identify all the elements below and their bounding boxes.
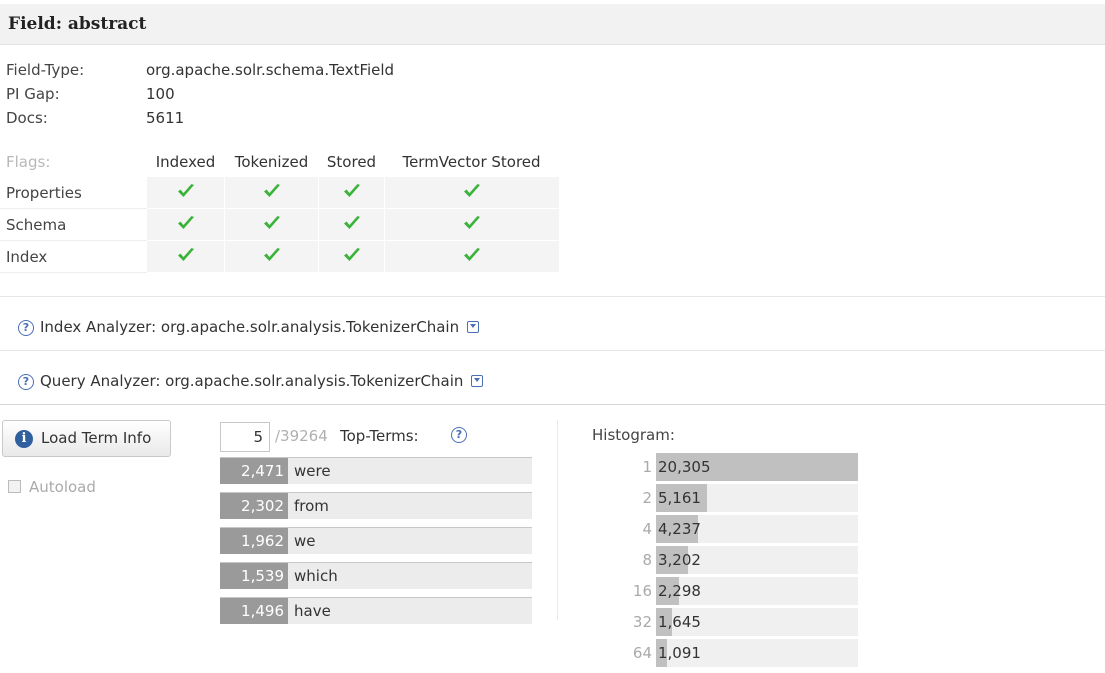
check-icon bbox=[343, 215, 360, 229]
flag-cell bbox=[384, 208, 559, 241]
histogram-value: 2,298 bbox=[658, 582, 701, 600]
term-row[interactable]: 2,302 from bbox=[220, 492, 532, 519]
flag-cell bbox=[224, 208, 319, 241]
flags-column-indexed: Indexed bbox=[155, 153, 216, 171]
info-label: Field-Type: bbox=[6, 61, 85, 79]
term-text: have bbox=[294, 602, 331, 620]
term-row[interactable]: 1,962 we bbox=[220, 527, 532, 554]
flag-cell bbox=[146, 208, 225, 241]
histogram-key: 2 bbox=[642, 489, 652, 507]
flag-cell bbox=[384, 240, 559, 273]
info-value: org.apache.solr.schema.TextField bbox=[146, 61, 395, 79]
check-icon bbox=[177, 183, 194, 197]
flag-cell bbox=[318, 208, 385, 241]
index-analyzer-toggle[interactable]: ? Index Analyzer: org.apache.solr.analysi… bbox=[18, 318, 480, 336]
flags-row-index: Index bbox=[0, 240, 559, 273]
histogram-key: 16 bbox=[632, 582, 652, 600]
flags-table: Flags: Indexed Tokenized Stored TermVect… bbox=[0, 147, 559, 273]
expand-icon[interactable] bbox=[471, 374, 484, 387]
top-terms-total: /39264 bbox=[275, 427, 328, 445]
field-title: Field: abstract bbox=[8, 14, 147, 34]
term-row[interactable]: 1,539 which bbox=[220, 562, 532, 589]
flags-column-stored: Stored bbox=[326, 153, 377, 171]
term-count: 2,471 bbox=[220, 458, 288, 484]
autoload-label: Autoload bbox=[29, 478, 96, 496]
query-analyzer-label: Query Analyzer: org.apache.solr.analysis… bbox=[40, 372, 464, 390]
divider bbox=[557, 420, 558, 620]
histogram-value: 5,161 bbox=[658, 489, 701, 507]
flags-row-label: Properties bbox=[0, 177, 147, 209]
histogram-title: Histogram: bbox=[592, 426, 675, 444]
divider bbox=[0, 350, 1105, 351]
flag-cell bbox=[318, 240, 385, 273]
flags-label: Flags: bbox=[6, 153, 51, 171]
flags-row-properties: Properties bbox=[0, 177, 559, 209]
info-value: 100 bbox=[146, 85, 175, 103]
flags-column-tokenized: Tokenized bbox=[234, 153, 309, 171]
histogram-value: 4,237 bbox=[658, 520, 701, 538]
flag-cell bbox=[318, 177, 385, 209]
info-label: Docs: bbox=[6, 109, 48, 127]
flags-header-row: Flags: Indexed Tokenized Stored TermVect… bbox=[0, 147, 559, 177]
question-icon[interactable]: ? bbox=[451, 427, 467, 443]
term-count: 1,496 bbox=[220, 598, 288, 624]
histogram-value: 1,645 bbox=[658, 613, 701, 631]
load-term-info-button[interactable]: i Load Term Info bbox=[2, 420, 171, 457]
histogram-key: 8 bbox=[642, 551, 652, 569]
flags-column-termvector-stored: TermVector Stored bbox=[402, 153, 541, 171]
check-icon bbox=[177, 215, 194, 229]
flags-row-label: Index bbox=[0, 240, 147, 273]
flags-row-schema: Schema bbox=[0, 208, 559, 241]
top-terms-list: 2,471 were 2,302 from 1,962 we 1,539 whi… bbox=[220, 457, 532, 632]
term-count: 2,302 bbox=[220, 493, 288, 519]
histogram-value: 1,091 bbox=[658, 644, 701, 662]
histogram-value: 3,202 bbox=[658, 551, 701, 569]
term-row[interactable]: 2,471 were bbox=[220, 457, 532, 484]
info-icon: i bbox=[15, 430, 33, 448]
term-count: 1,962 bbox=[220, 528, 288, 554]
check-icon bbox=[463, 247, 480, 261]
expand-icon[interactable] bbox=[467, 320, 480, 333]
query-analyzer-toggle[interactable]: ? Query Analyzer: org.apache.solr.analysi… bbox=[18, 372, 484, 390]
question-icon[interactable]: ? bbox=[18, 319, 34, 336]
flag-cell bbox=[224, 177, 319, 209]
term-text: were bbox=[294, 462, 331, 480]
index-analyzer-label: Index Analyzer: org.apache.solr.analysis… bbox=[40, 318, 460, 336]
histogram-key: 1 bbox=[642, 458, 652, 476]
histogram-key: 4 bbox=[642, 520, 652, 538]
info-label: PI Gap: bbox=[6, 85, 60, 103]
top-terms-count-input[interactable]: 5 bbox=[220, 422, 270, 452]
autoload-checkbox[interactable] bbox=[8, 480, 21, 493]
histogram-value: 20,305 bbox=[658, 458, 711, 476]
top-terms-label: Top-Terms: bbox=[340, 427, 419, 445]
flag-cell bbox=[146, 177, 225, 209]
divider bbox=[0, 296, 1105, 297]
flag-cell bbox=[384, 177, 559, 209]
check-icon bbox=[343, 183, 360, 197]
term-text: we bbox=[294, 532, 316, 550]
histogram-key: 32 bbox=[632, 613, 652, 631]
term-text: from bbox=[294, 497, 329, 515]
flags-row-label: Schema bbox=[0, 208, 147, 241]
term-text: which bbox=[294, 567, 338, 585]
flag-cell bbox=[146, 240, 225, 273]
question-icon[interactable]: ? bbox=[18, 373, 34, 390]
load-term-info-label: Load Term Info bbox=[41, 429, 152, 447]
check-icon bbox=[463, 215, 480, 229]
check-icon bbox=[263, 215, 280, 229]
divider bbox=[0, 404, 1105, 405]
autoload-option[interactable]: Autoload bbox=[8, 478, 96, 496]
check-icon bbox=[463, 183, 480, 197]
term-row[interactable]: 1,496 have bbox=[220, 597, 532, 624]
field-header: Field: abstract bbox=[0, 4, 1105, 45]
info-value: 5611 bbox=[146, 109, 185, 127]
flag-cell bbox=[224, 240, 319, 273]
check-icon bbox=[177, 247, 194, 261]
term-count: 1,539 bbox=[220, 563, 288, 589]
histogram-key: 64 bbox=[632, 644, 652, 662]
check-icon bbox=[263, 247, 280, 261]
check-icon bbox=[263, 183, 280, 197]
check-icon bbox=[343, 247, 360, 261]
